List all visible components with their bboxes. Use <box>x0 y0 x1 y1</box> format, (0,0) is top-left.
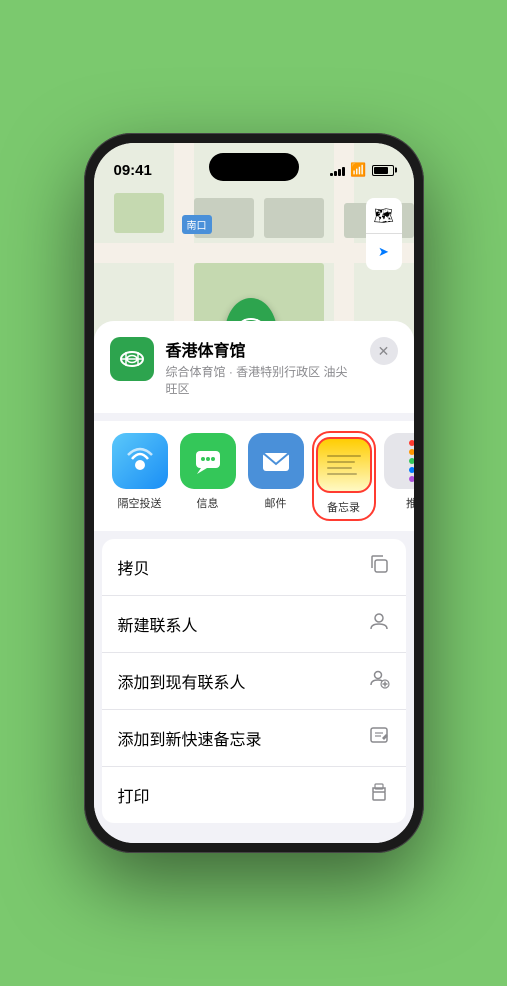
action-copy-label: 拷贝 <box>118 555 150 579</box>
action-quick-note-label: 添加到新快速备忘录 <box>118 726 262 750</box>
venue-logo-icon <box>118 345 146 373</box>
map-layers-button[interactable]: 🗺 <box>366 198 402 234</box>
copy-icon <box>368 553 390 581</box>
share-item-mail[interactable]: 邮件 <box>246 433 306 519</box>
action-copy[interactable]: 拷贝 <box>102 539 406 596</box>
dynamic-island <box>209 153 299 181</box>
share-item-notes[interactable]: 备忘录 <box>314 433 374 519</box>
action-new-contact-label: 新建联系人 <box>118 612 198 636</box>
more-share-icon <box>384 433 414 489</box>
more-share-label: 推 <box>406 495 414 511</box>
mail-label: 邮件 <box>265 495 287 511</box>
venue-header: 香港体育馆 综合体育馆 · 香港特别行政区 油尖旺区 ✕ <box>94 321 414 413</box>
mail-icon <box>248 433 304 489</box>
status-time: 09:41 <box>114 162 152 179</box>
close-button[interactable]: ✕ <box>370 337 398 365</box>
messages-icon <box>180 433 236 489</box>
quick-note-icon <box>368 724 390 752</box>
share-row: 隔空投送 信息 <box>94 421 414 531</box>
bottom-sheet: 香港体育馆 综合体育馆 · 香港特别行政区 油尖旺区 ✕ 隔 <box>94 321 414 843</box>
share-item-messages[interactable]: 信息 <box>178 433 238 519</box>
airdrop-icon <box>112 433 168 489</box>
share-item-airdrop[interactable]: 隔空投送 <box>110 433 170 519</box>
notes-label: 备忘录 <box>327 499 360 515</box>
venue-logo <box>110 337 154 381</box>
map-controls: 🗺 ➤ <box>366 198 402 270</box>
messages-label: 信息 <box>197 495 219 511</box>
phone-screen: 09:41 📶 <box>94 143 414 843</box>
location-button[interactable]: ➤ <box>366 234 402 270</box>
venue-info: 香港体育馆 综合体育馆 · 香港特别行政区 油尖旺区 <box>166 337 358 397</box>
notes-icon <box>316 437 372 493</box>
share-item-more[interactable]: 推 <box>382 433 414 519</box>
new-contact-icon <box>368 610 390 638</box>
battery-icon <box>372 165 394 176</box>
action-quick-note[interactable]: 添加到新快速备忘录 <box>102 710 406 767</box>
action-print-label: 打印 <box>118 783 150 807</box>
airdrop-label: 隔空投送 <box>118 495 162 511</box>
print-icon <box>368 781 390 809</box>
add-contact-icon <box>368 667 390 695</box>
action-print[interactable]: 打印 <box>102 767 406 823</box>
phone-frame: 09:41 📶 <box>84 133 424 853</box>
action-list: 拷贝 新建联系人 <box>102 539 406 823</box>
venue-name: 香港体育馆 <box>166 337 358 361</box>
location-arrow-icon: ➤ <box>378 244 389 260</box>
status-icons: 📶 <box>330 162 393 178</box>
venue-description: 综合体育馆 · 香港特别行政区 油尖旺区 <box>166 363 358 397</box>
action-new-contact[interactable]: 新建联系人 <box>102 596 406 653</box>
signal-icon <box>330 165 345 176</box>
location-label: 南口 <box>182 215 212 234</box>
action-add-to-contact-label: 添加到现有联系人 <box>118 669 246 693</box>
map-layers-icon: 🗺 <box>373 206 393 226</box>
action-add-to-contact[interactable]: 添加到现有联系人 <box>102 653 406 710</box>
wifi-icon: 📶 <box>350 162 366 178</box>
notes-lines <box>327 455 361 475</box>
